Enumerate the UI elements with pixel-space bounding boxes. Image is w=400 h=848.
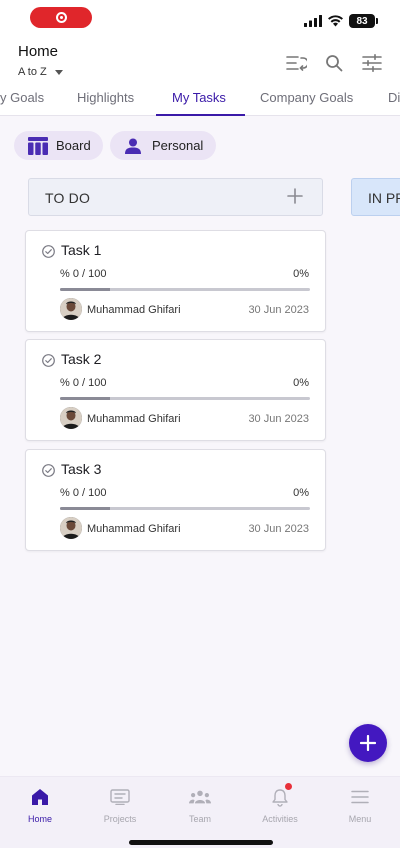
column-title: TO DO — [45, 190, 91, 206]
due-date: 30 Jun 2023 — [248, 413, 309, 425]
nav-label: Menu — [348, 814, 372, 824]
filter-icon[interactable] — [361, 52, 383, 74]
progress-bar — [60, 507, 310, 510]
progress-percent: 0% — [293, 487, 309, 499]
avatar — [60, 517, 82, 539]
progress-bar-fill — [60, 288, 110, 291]
due-date: 30 Jun 2023 — [248, 523, 309, 535]
plus-icon — [360, 735, 376, 751]
avatar — [60, 407, 82, 429]
tab-highlights[interactable]: Highlights — [77, 86, 134, 116]
sort-icon[interactable] — [285, 52, 307, 74]
todo-column-header: TO DO — [28, 178, 323, 216]
progress-bar — [60, 397, 310, 400]
tab-company-goals[interactable]: Company Goals — [260, 86, 353, 116]
task-card[interactable]: Task 3 % 0 / 100 0% Muhammad Ghifari 30 … — [25, 449, 326, 551]
sort-value: A to Z — [18, 66, 47, 78]
due-date: 30 Jun 2023 — [248, 304, 309, 316]
nav-projects[interactable]: Projects — [80, 777, 160, 833]
battery-indicator: 83 — [349, 14, 378, 28]
status-bar: 83 — [0, 0, 400, 40]
nav-menu[interactable]: Menu — [320, 777, 400, 833]
progress-label: % 0 / 100 — [60, 377, 107, 389]
projects-icon — [109, 786, 131, 808]
app-header: Home A to Z — [0, 40, 400, 86]
column-title: IN PR — [368, 190, 400, 206]
avatar — [60, 298, 82, 320]
nav-activities[interactable]: Activities — [240, 777, 320, 833]
cellular-signal-icon — [304, 15, 322, 27]
add-fab-button[interactable] — [349, 724, 387, 762]
nav-label: Team — [188, 814, 211, 824]
tab-more[interactable]: Di — [388, 86, 400, 116]
search-icon[interactable] — [323, 52, 345, 74]
progress-bar-fill — [60, 507, 110, 510]
bottom-navigation: Home Projects Team Activities Menu — [0, 776, 400, 848]
wifi-icon — [328, 15, 343, 27]
assignee-name: Muhammad Ghifari — [87, 523, 181, 535]
menu-icon — [349, 786, 371, 808]
bell-icon — [269, 783, 292, 808]
chevron-down-icon — [54, 69, 63, 75]
page-title: Home — [18, 43, 59, 60]
task-title: Task 1 — [61, 242, 102, 258]
nav-team[interactable]: Team — [160, 777, 240, 833]
task-card[interactable]: Task 2 % 0 / 100 0% Muhammad Ghifari 30 … — [25, 339, 326, 441]
personal-filter-chip[interactable]: Personal — [110, 131, 216, 160]
team-icon — [189, 786, 211, 808]
home-icon — [29, 786, 51, 808]
progress-percent: 0% — [293, 377, 309, 389]
task-title: Task 3 — [61, 461, 102, 477]
add-task-icon[interactable] — [286, 187, 304, 205]
person-icon — [124, 138, 142, 154]
assignee-name: Muhammad Ghifari — [87, 413, 181, 425]
progress-label: % 0 / 100 — [60, 268, 107, 280]
notification-dot — [285, 783, 292, 790]
nav-label: Projects — [103, 814, 137, 824]
assignee-name: Muhammad Ghifari — [87, 304, 181, 316]
progress-bar-fill — [60, 397, 110, 400]
board-chip-label: Board — [56, 138, 91, 153]
tab-bar: y Goals Highlights My Tasks Company Goal… — [0, 86, 400, 116]
task-card[interactable]: Task 1 % 0 / 100 0% Muhammad Ghifari 30 … — [25, 230, 326, 332]
active-tab-indicator — [156, 114, 245, 116]
tab-my-tasks[interactable]: My Tasks — [172, 86, 226, 116]
board-view-chip[interactable]: Board — [14, 131, 103, 160]
task-title: Task 2 — [61, 351, 102, 367]
progress-percent: 0% — [293, 268, 309, 280]
in-progress-column-header: IN PR — [351, 178, 400, 216]
check-circle-icon[interactable] — [42, 245, 55, 258]
record-icon — [55, 12, 67, 23]
personal-chip-label: Personal — [152, 138, 204, 153]
progress-bar — [60, 288, 310, 291]
tab-goals[interactable]: y Goals — [0, 86, 44, 116]
screen-recording-indicator[interactable] — [30, 7, 92, 28]
nav-label: Activities — [262, 814, 298, 824]
home-indicator — [129, 840, 273, 845]
check-circle-icon[interactable] — [42, 464, 55, 477]
nav-home[interactable]: Home — [0, 777, 80, 833]
check-circle-icon[interactable] — [42, 354, 55, 367]
sort-dropdown[interactable]: A to Z — [18, 66, 63, 78]
progress-label: % 0 / 100 — [60, 487, 107, 499]
board-icon — [28, 136, 48, 155]
nav-label: Home — [27, 814, 52, 824]
